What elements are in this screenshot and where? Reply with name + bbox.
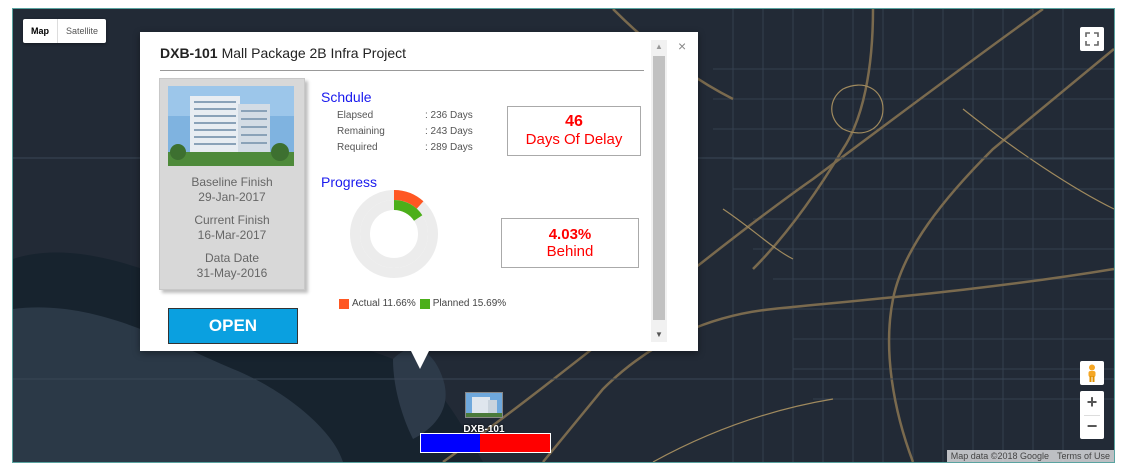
delay-value: 46 [565,113,583,130]
open-button[interactable]: OPEN [168,308,298,344]
project-summary-card: Baseline Finish 29-Jan-2017 Current Fini… [159,78,305,290]
planned-legend-swatch [419,298,430,309]
popup-scrollbar[interactable]: ▲ ▼ [651,40,667,342]
map-type-map[interactable]: Map [23,19,58,43]
behind-box: 4.03% Behind [501,218,639,268]
data-date-label: Data Date [204,251,260,265]
scroll-down-icon[interactable]: ▼ [651,328,667,342]
close-icon[interactable]: × [678,38,686,54]
title-divider [160,70,644,71]
project-marker[interactable]: DXB-101 [462,392,506,435]
map-type-control: Map Satellite [23,19,107,43]
actual-legend-swatch [339,298,349,309]
map-type-satellite[interactable]: Satellite [58,19,106,43]
zoom-divider [1084,415,1100,416]
street-view-pegman[interactable] [1080,361,1104,385]
planned-progress-arc [393,200,423,222]
zoom-control: + − [1080,391,1104,439]
map-container[interactable]: Map Satellite + − Map data ©2018 Google … [12,8,1115,463]
project-photo [168,86,294,166]
behind-value: 4.03% [548,226,592,243]
popup-title: DXB-101 Mall Package 2B Infra Project [160,45,406,61]
schedule-row-value: : 289 Days [425,142,473,153]
delay-box: 46 Days Of Delay [507,106,641,156]
fullscreen-icon [1085,32,1099,46]
baseline-finish-label: Baseline Finish [191,175,273,189]
scrollbar-thumb[interactable] [653,56,665,320]
pegman-icon [1088,364,1096,382]
schedule-row-label: Remaining [337,126,385,137]
data-date-value: 31-May-2016 [196,266,268,280]
schedule-title: Schdule [321,89,372,105]
schedule-row-label: Elapsed [337,110,374,121]
schedule-row-label: Required [337,142,378,153]
building-thumbnail-icon [465,392,503,418]
project-code: DXB-101 [160,45,218,61]
baseline-finish-value: 29-Jan-2017 [198,190,266,204]
current-finish-value: 16-Mar-2017 [197,228,267,242]
behind-label: Behind [546,243,594,260]
progress-legend: Actual 11.66% Planned 15.69% [339,298,506,309]
progress-bar-blue [421,434,481,452]
schedule-row-value: : 243 Days [425,126,473,137]
project-name: Mall Package 2B Infra Project [221,45,407,61]
map-attribution: Map data ©2018 Google Terms of Use [946,450,1114,462]
terms-of-use-link[interactable]: Terms of Use [1053,450,1114,462]
schedule-row-value: : 236 Days [425,110,473,121]
planned-legend-label: Planned 15.69% [432,298,507,309]
delay-label: Days Of Delay [525,131,623,148]
progress-bar-red [480,434,550,452]
current-finish-label: Current Finish [194,213,270,227]
actual-legend-label: Actual 11.66% [352,298,416,309]
scroll-up-icon[interactable]: ▲ [651,40,667,54]
progress-donut-chart [350,190,438,278]
fullscreen-button[interactable] [1080,27,1104,51]
map-data-credit: Map data ©2018 Google [950,451,1049,461]
marker-progress-bar [420,433,551,453]
zoom-in-button[interactable]: + [1080,391,1104,415]
popup-pointer [411,351,429,369]
project-info-window: DXB-101 Mall Package 2B Infra Project × ▲… [140,32,698,351]
zoom-out-button[interactable]: − [1080,415,1104,439]
